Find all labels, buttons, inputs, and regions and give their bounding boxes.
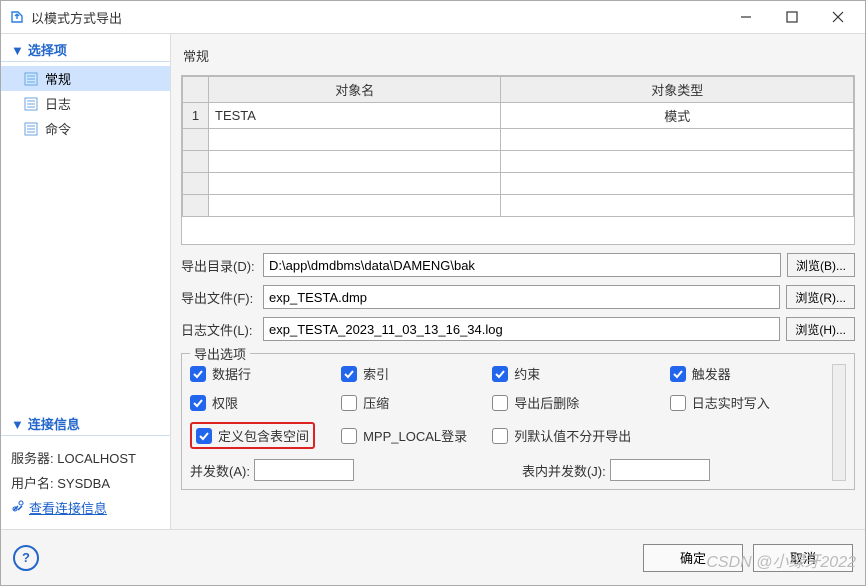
page-icon: [23, 121, 39, 137]
minimize-button[interactable]: [723, 3, 769, 31]
chk-data-rows[interactable]: 数据行: [190, 364, 335, 383]
log-file-label: 日志文件(L):: [181, 320, 257, 339]
sidebar-item-log[interactable]: 日志: [1, 91, 170, 116]
table-row[interactable]: 1 TESTA 模式: [183, 103, 854, 129]
log-file-input[interactable]: [263, 317, 780, 341]
options-scrollbar[interactable]: [832, 364, 846, 481]
sidebar-conn-header[interactable]: ▼连接信息: [1, 408, 170, 436]
page-title: 常规: [181, 42, 855, 75]
window-title: 以模式方式导出: [31, 8, 122, 27]
chk-log-realtime[interactable]: 日志实时写入: [670, 393, 828, 412]
concurrency-a-input[interactable]: [254, 459, 354, 481]
help-button[interactable]: ?: [13, 545, 39, 571]
page-icon: [23, 96, 39, 112]
maximize-button[interactable]: [769, 3, 815, 31]
cancel-button[interactable]: 取消: [753, 544, 853, 572]
sidebar-item-general[interactable]: 常规: [1, 66, 170, 91]
concurrency-j-label: 表内并发数(J):: [522, 461, 606, 480]
chk-mpp-local[interactable]: MPP_LOCAL登录: [341, 426, 486, 445]
sidebar-item-label: 命令: [45, 119, 71, 138]
browse-dir-button[interactable]: 浏览(B)...: [787, 253, 855, 277]
chk-compress[interactable]: 压缩: [341, 393, 486, 412]
link-icon: [11, 499, 25, 516]
chk-tablespace[interactable]: 定义包含表空间: [196, 426, 309, 445]
export-icon: [9, 9, 25, 25]
sidebar-item-label: 日志: [45, 94, 71, 113]
export-options-title: 导出选项: [190, 344, 250, 363]
sidebar-options-header[interactable]: ▼选择项: [1, 34, 170, 62]
sidebar-item-command[interactable]: 命令: [1, 116, 170, 141]
export-dir-label: 导出目录(D):: [181, 256, 257, 275]
chk-index[interactable]: 索引: [341, 364, 486, 383]
collapse-icon: ▼: [11, 417, 24, 432]
browse-file-button[interactable]: 浏览(R)...: [786, 285, 855, 309]
rownum-header: [183, 77, 209, 103]
sidebar-item-label: 常规: [45, 69, 71, 88]
objects-table: 对象名 对象类型 1 TESTA 模式: [181, 75, 855, 245]
ok-button[interactable]: 确定: [643, 544, 743, 572]
chk-constraint[interactable]: 约束: [492, 364, 663, 383]
browse-log-button[interactable]: 浏览(H)...: [786, 317, 855, 341]
view-connection-link[interactable]: 查看连接信息: [11, 498, 160, 517]
chk-col-default[interactable]: 列默认值不分开导出: [492, 426, 663, 445]
concurrency-a-label: 并发数(A):: [190, 461, 250, 480]
page-icon: [23, 71, 39, 87]
concurrency-j-input[interactable]: [610, 459, 710, 481]
chk-privilege[interactable]: 权限: [190, 393, 335, 412]
export-file-label: 导出文件(F):: [181, 288, 257, 307]
server-info: 服务器: LOCALHOST: [11, 448, 160, 467]
collapse-icon: ▼: [11, 43, 24, 58]
user-info: 用户名: SYSDBA: [11, 473, 160, 492]
col-object-name[interactable]: 对象名: [209, 77, 501, 103]
close-button[interactable]: [815, 3, 861, 31]
export-file-input[interactable]: [263, 285, 780, 309]
chk-delete-after[interactable]: 导出后删除: [492, 393, 663, 412]
chk-trigger[interactable]: 触发器: [670, 364, 828, 383]
export-dir-input[interactable]: [263, 253, 781, 277]
col-object-type[interactable]: 对象类型: [501, 77, 854, 103]
